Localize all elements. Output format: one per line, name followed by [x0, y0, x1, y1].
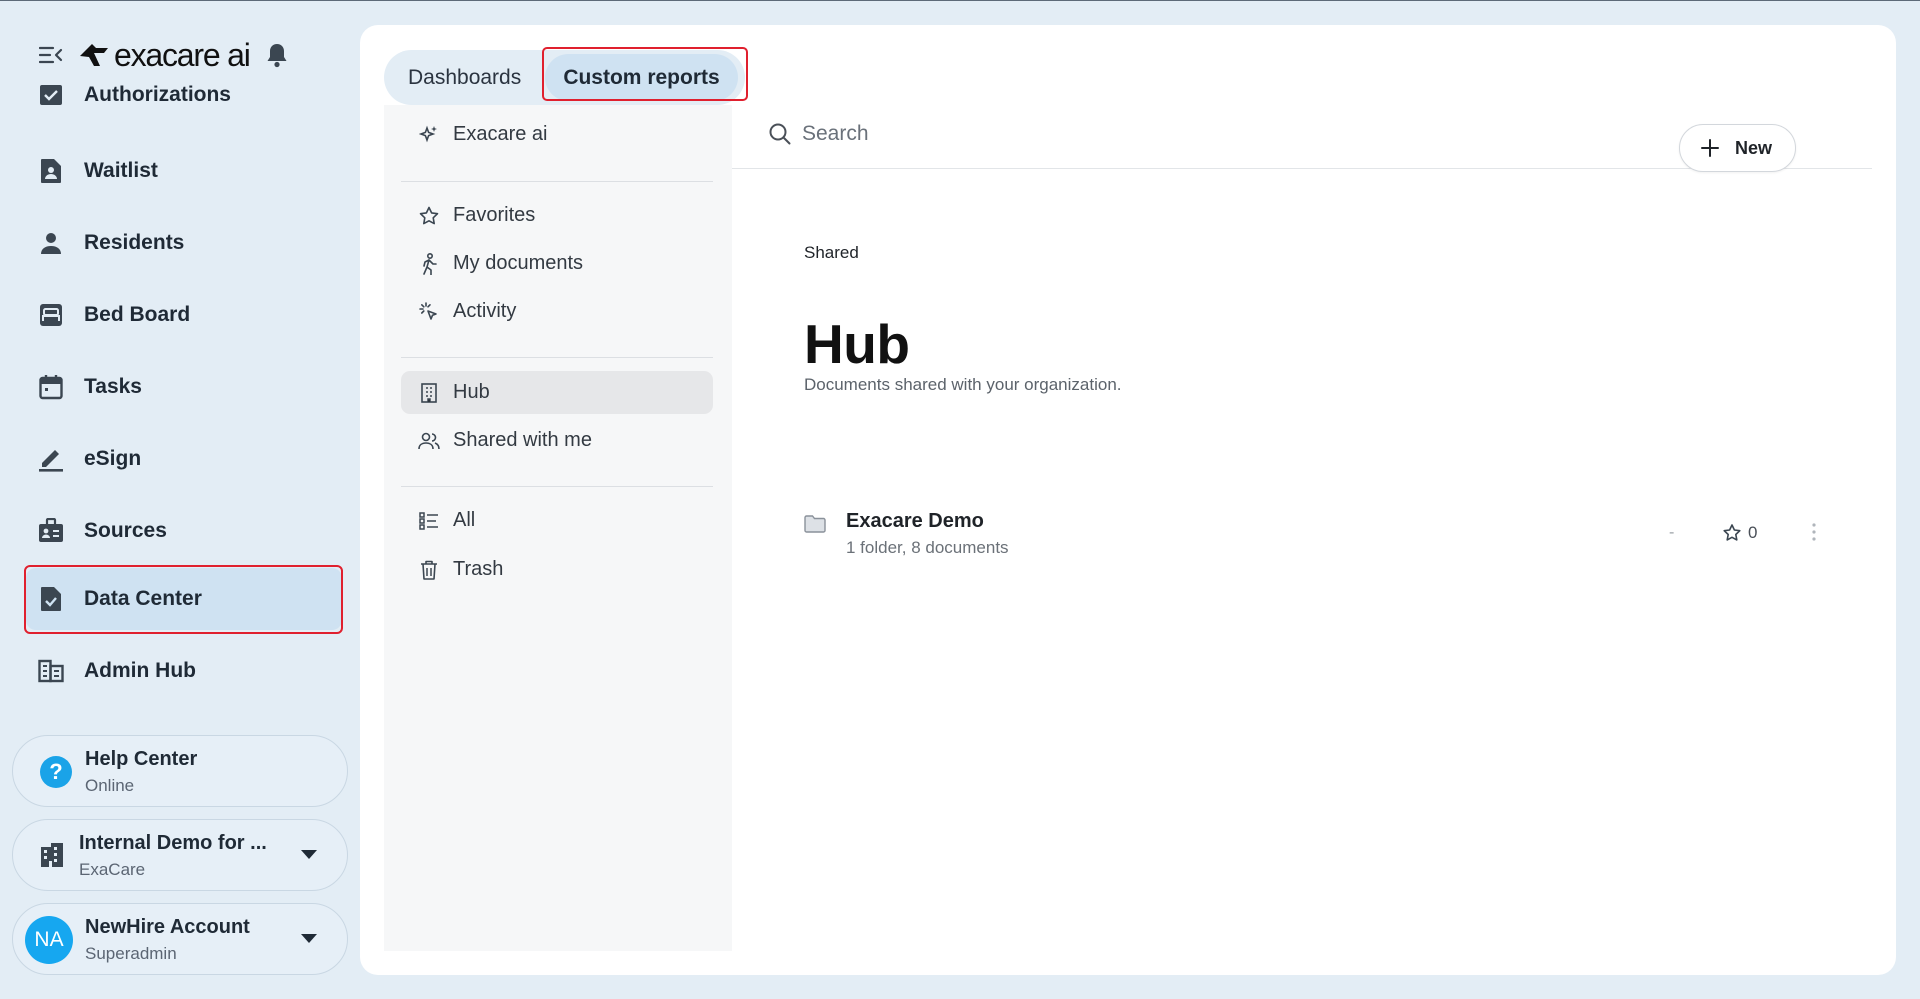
notifications-bell-icon[interactable]	[264, 41, 290, 69]
folder-icon	[804, 515, 826, 533]
sidebar-item-label: Residents	[84, 231, 185, 254]
chevron-down-icon	[301, 934, 317, 943]
nav-label: Shared with me	[453, 429, 592, 451]
item-meta: 1 folder, 8 documents	[846, 538, 1009, 557]
plus-icon	[1700, 138, 1720, 158]
avatar: NA	[25, 916, 73, 964]
help-icon: ?	[40, 756, 72, 788]
tab-dashboards[interactable]: Dashboards	[408, 50, 521, 105]
user-role: Superadmin	[85, 944, 177, 963]
star-icon[interactable]	[1722, 523, 1742, 543]
sparkle-icon	[418, 124, 440, 146]
nav-label: Hub	[453, 381, 490, 403]
collapse-menu-icon[interactable]	[38, 44, 64, 66]
user-account-switcher[interactable]: NA NewHire Account Superadmin	[12, 903, 348, 975]
user-name: NewHire Account	[85, 916, 250, 938]
nav-hub[interactable]: Hub	[401, 371, 713, 414]
nav-exacare-ai[interactable]: Exacare ai	[401, 113, 713, 156]
sidebar-item-label: Admin Hub	[84, 659, 196, 682]
app-window: exacare ai Authorizations Waitlist Resid…	[0, 0, 1920, 999]
walking-person-icon	[418, 252, 440, 275]
sources-icon	[37, 517, 65, 545]
sidebar-item-residents[interactable]: Residents	[26, 212, 342, 274]
new-button[interactable]: New	[1679, 124, 1796, 172]
bed-icon	[37, 301, 65, 329]
nav-label: Exacare ai	[453, 123, 548, 145]
sidebar-nav: Authorizations Waitlist Residents Bed Bo…	[0, 66, 360, 716]
page-subtitle: Documents shared with your organization.	[804, 375, 1122, 394]
sidebar-item-waitlist[interactable]: Waitlist	[26, 140, 342, 202]
sidebar-item-label: Bed Board	[84, 303, 191, 326]
sidebar-item-tasks[interactable]: Tasks	[26, 356, 342, 418]
item-name: Exacare Demo	[846, 510, 984, 532]
nav-favorites[interactable]: Favorites	[401, 194, 713, 237]
help-center-button[interactable]: ? Help Center Online	[12, 735, 348, 807]
nav-activity[interactable]: Activity	[401, 290, 713, 333]
nav-my-documents[interactable]: My documents	[401, 242, 713, 285]
sidebar-item-label: Data Center	[84, 587, 202, 610]
admin-hub-icon	[37, 657, 65, 685]
help-center-title: Help Center	[85, 748, 198, 770]
search-input[interactable]	[802, 116, 1402, 152]
tab-custom-reports[interactable]: Custom reports	[545, 54, 738, 101]
sidebar-item-esign[interactable]: eSign	[26, 428, 342, 490]
report-tabs: Dashboards Custom reports	[384, 50, 745, 105]
sidebar-item-label: Tasks	[84, 375, 142, 398]
list-item[interactable]: Exacare Demo 1 folder, 8 documents - 0	[772, 503, 1842, 573]
search-icon	[768, 122, 792, 146]
pen-icon	[37, 445, 65, 473]
authorizations-icon	[37, 81, 65, 109]
building-icon	[418, 382, 440, 404]
nav-label: All	[453, 509, 476, 531]
sidebar-item-label: Sources	[84, 519, 167, 542]
help-center-status: Online	[85, 776, 135, 795]
divider	[401, 486, 713, 487]
content-area: New Shared Hub Documents shared with you…	[732, 25, 1896, 975]
star-icon	[418, 205, 440, 227]
reports-nav: Exacare ai Favorites My documents Activi	[384, 105, 732, 951]
calendar-icon	[37, 373, 65, 401]
main-panel: Dashboards Custom reports Exacare ai Fav…	[360, 25, 1896, 975]
waitlist-icon	[37, 157, 65, 185]
sidebar-item-label: Waitlist	[84, 159, 158, 182]
users-icon	[418, 430, 440, 452]
activity-click-icon	[418, 301, 440, 323]
nav-label: Activity	[453, 300, 517, 322]
breadcrumb[interactable]: Shared	[804, 243, 859, 263]
data-center-icon	[37, 585, 65, 613]
person-icon	[37, 229, 65, 257]
trash-icon	[418, 559, 440, 581]
building-icon	[39, 842, 67, 870]
sidebar-item-authorizations[interactable]: Authorizations	[26, 66, 342, 126]
sidebar: exacare ai Authorizations Waitlist Resid…	[0, 0, 360, 999]
logo-mark-icon	[80, 44, 108, 66]
sidebar-item-label: Authorizations	[84, 83, 231, 106]
new-button-label: New	[1735, 137, 1773, 158]
sidebar-item-sources[interactable]: Sources	[26, 500, 342, 562]
page-title: Hub	[804, 313, 910, 375]
divider	[401, 181, 713, 182]
sidebar-item-bed-board[interactable]: Bed Board	[26, 284, 342, 346]
organization-name: Internal Demo for ...	[79, 832, 267, 854]
nav-all[interactable]: All	[401, 499, 713, 542]
star-count: 0	[1748, 523, 1758, 542]
item-modified: -	[1669, 524, 1675, 541]
nav-label: Favorites	[453, 204, 536, 226]
organization-switcher[interactable]: Internal Demo for ... ExaCare	[12, 819, 348, 891]
divider	[401, 357, 713, 358]
sidebar-item-admin-hub[interactable]: Admin Hub	[26, 640, 342, 702]
nav-trash[interactable]: Trash	[401, 548, 713, 591]
nav-label: Trash	[453, 558, 504, 580]
sidebar-item-label: eSign	[84, 447, 142, 470]
nav-label: My documents	[453, 252, 584, 274]
sidebar-item-data-center[interactable]: Data Center	[26, 568, 342, 630]
organization-sub: ExaCare	[79, 860, 146, 879]
more-options-icon[interactable]	[1810, 521, 1818, 543]
chevron-down-icon	[301, 850, 317, 859]
nav-shared-with-me[interactable]: Shared with me	[401, 419, 713, 462]
list-icon	[418, 510, 440, 532]
